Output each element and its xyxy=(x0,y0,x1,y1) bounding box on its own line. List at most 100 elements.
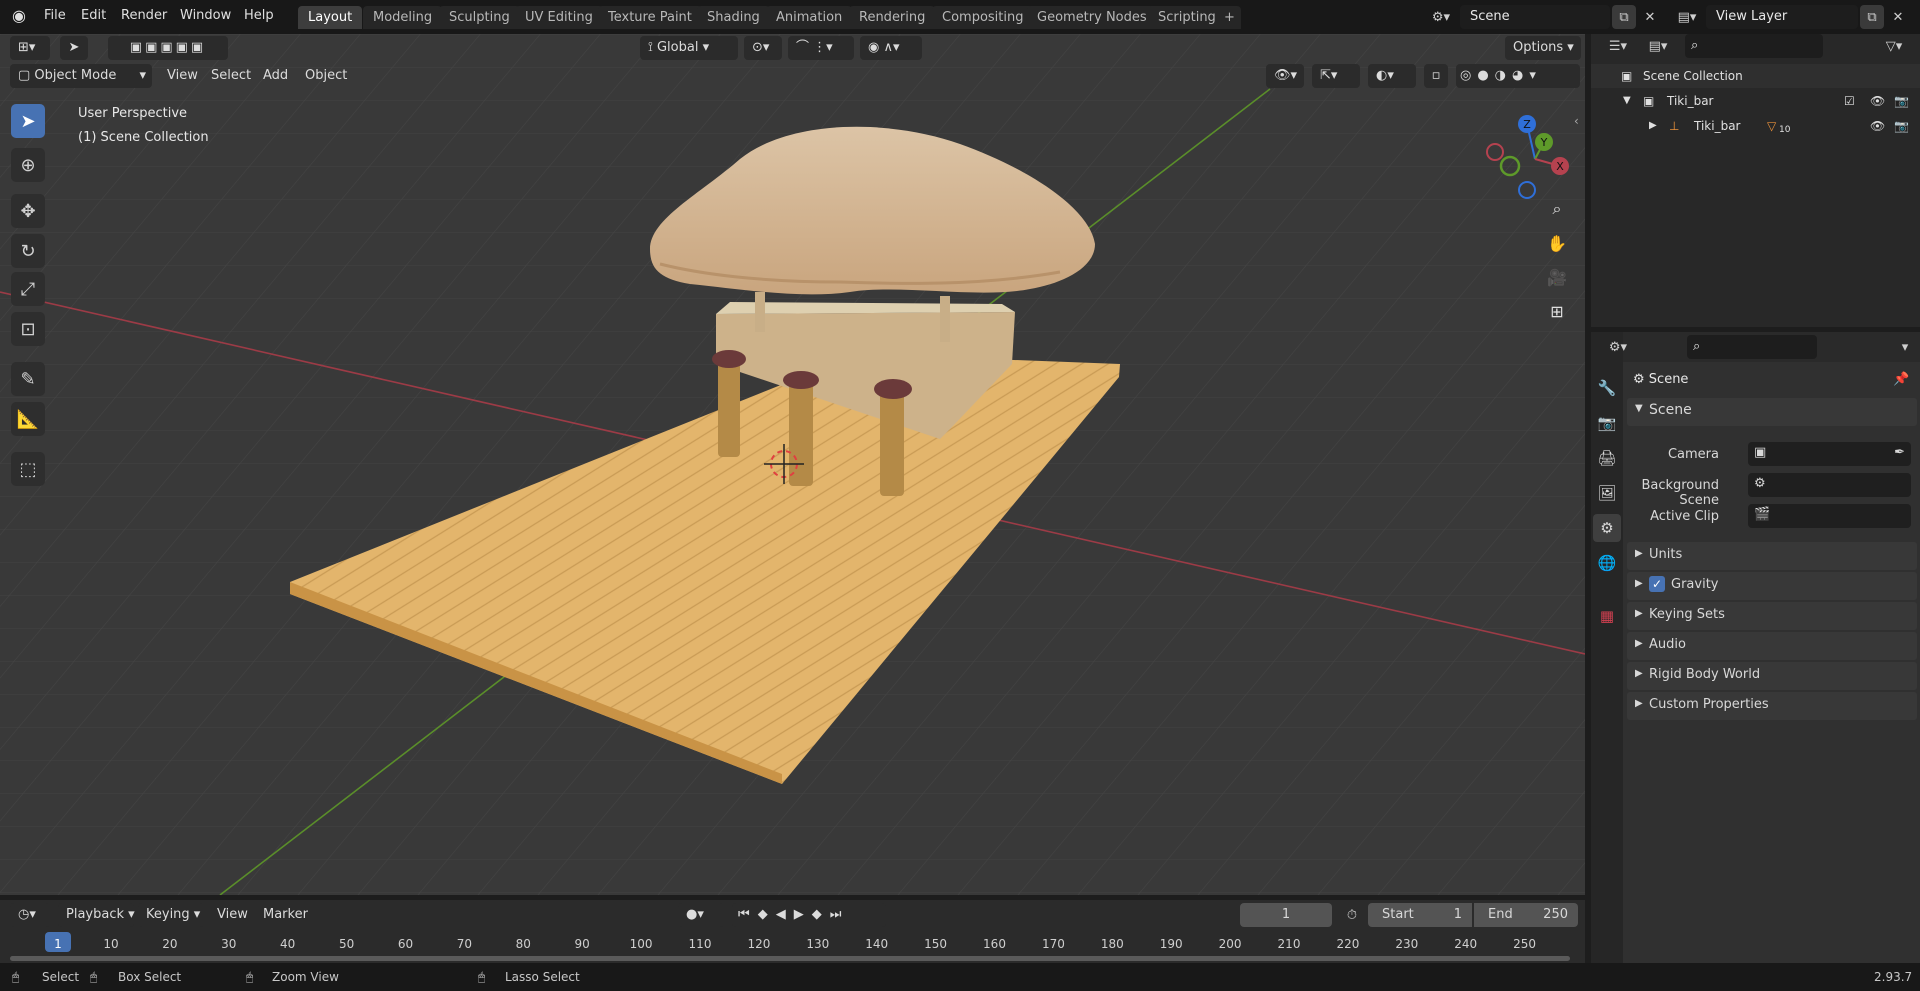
camera-icon[interactable]: 📷 xyxy=(1894,114,1909,138)
tab-sculpting[interactable]: Sculpting xyxy=(439,6,520,29)
properties-editor-icon[interactable]: ⚙▾ xyxy=(1601,335,1635,359)
proportional-edit-icon[interactable]: ◉ ∧▾ xyxy=(860,36,922,60)
tab-uv-editing[interactable]: UV Editing xyxy=(515,6,603,29)
current-frame-field[interactable]: 1 xyxy=(1240,903,1332,927)
ortho-toggle-icon[interactable]: ⊞ xyxy=(1542,296,1572,326)
outliner-row-scene-collection[interactable]: ▣ Scene Collection xyxy=(1591,64,1920,88)
outliner-editor-icon[interactable]: ☰▾ xyxy=(1601,34,1635,58)
texture-tab-icon[interactable]: ▦ xyxy=(1593,602,1621,630)
view-layer-field[interactable]: View Layer xyxy=(1706,5,1858,29)
gravity-checkbox[interactable]: ✓ xyxy=(1649,576,1665,592)
pin-icon[interactable]: 📌 xyxy=(1893,372,1909,387)
options-dropdown[interactable]: Options ▾ xyxy=(1505,36,1581,60)
next-keyframe-icon[interactable]: ◆ xyxy=(812,907,830,922)
tab-texture-paint[interactable]: Texture Paint xyxy=(598,6,702,29)
overlay-toggle-icon[interactable]: ◐▾ xyxy=(1368,64,1416,88)
camera-view-icon[interactable]: 🎥 xyxy=(1542,262,1572,292)
pivot-point-icon[interactable]: ⊙▾ xyxy=(744,36,782,60)
audio-panel-header[interactable]: ▶ Audio xyxy=(1627,632,1917,660)
filter-icon[interactable]: ▽▾ xyxy=(1879,34,1909,58)
include-checkbox[interactable]: ☑ xyxy=(1844,89,1855,113)
units-panel-header[interactable]: ▶ Units xyxy=(1627,542,1917,570)
rigid-body-world-panel-header[interactable]: ▶ Rigid Body World xyxy=(1627,662,1917,690)
add-cube-tool-icon[interactable]: ⬚ xyxy=(11,452,45,486)
auto-keying-icon[interactable]: ●▾ xyxy=(678,903,724,927)
viewport-menu-view[interactable]: View xyxy=(160,64,205,88)
cursor-tool-icon[interactable]: ⊕ xyxy=(11,148,45,182)
scene-selector-icon[interactable]: ⚙▾ xyxy=(1424,5,1458,29)
tool-tab-icon[interactable]: 🔧 xyxy=(1593,374,1621,402)
select-mode-icon[interactable]: ➤ xyxy=(60,36,88,60)
transform-tool-icon[interactable]: ⊡ xyxy=(11,312,45,346)
end-frame-field[interactable]: End 250 xyxy=(1474,903,1578,927)
gizmo-toggle-icon[interactable]: ⇱▾ xyxy=(1312,64,1360,88)
select-tool-icon[interactable]: ➤ xyxy=(11,104,45,138)
tab-layout[interactable]: Layout xyxy=(298,6,363,29)
transform-orientation-dropdown[interactable]: ⟟ Global ▾ xyxy=(640,36,738,60)
preview-range-icon[interactable]: ⏱ xyxy=(1340,903,1364,927)
properties-search-input[interactable]: ⌕ xyxy=(1687,335,1817,359)
scale-tool-icon[interactable]: ⤢ xyxy=(11,272,45,306)
menu-window[interactable]: Window xyxy=(180,0,231,34)
background-scene-field[interactable]: ⚙ xyxy=(1748,473,1911,497)
outliner-row-tiki-bar-collection[interactable]: ▼ ▣ Tiki_bar ☑ 👁 📷 xyxy=(1591,89,1920,113)
add-workspace-button[interactable]: + xyxy=(1218,6,1241,29)
new-scene-icon[interactable]: ⧉ xyxy=(1612,5,1636,29)
prev-keyframe-icon[interactable]: ◆ xyxy=(758,907,776,922)
menu-file[interactable]: File xyxy=(44,0,66,34)
shading-mode-icons[interactable]: ◎●◑◕▾ xyxy=(1456,64,1580,88)
delete-view-layer-icon[interactable]: ✕ xyxy=(1886,5,1910,29)
active-clip-field[interactable]: 🎬 xyxy=(1748,504,1911,528)
tab-geometry-nodes[interactable]: Geometry Nodes xyxy=(1027,6,1157,29)
jump-start-icon[interactable]: ⏮ xyxy=(738,907,758,922)
annotate-tool-icon[interactable]: ✎ xyxy=(11,362,45,396)
render-tab-icon[interactable]: 📷 xyxy=(1593,409,1621,437)
menu-help[interactable]: Help xyxy=(244,0,274,34)
timeline-scrollbar[interactable] xyxy=(10,956,1570,961)
delete-scene-icon[interactable]: ✕ xyxy=(1638,5,1662,29)
play-reverse-icon[interactable]: ◀ xyxy=(776,907,794,922)
tab-animation[interactable]: Animation xyxy=(766,6,853,29)
tab-scripting[interactable]: Scripting xyxy=(1148,6,1226,29)
scene-panel-header[interactable]: ▼ Scene xyxy=(1627,398,1917,426)
eyedropper-icon[interactable]: ✒ xyxy=(1894,445,1905,460)
timeline-menu-marker[interactable]: Marker xyxy=(256,903,315,927)
collapse-arrow-icon[interactable]: ▼ xyxy=(1623,89,1631,113)
eye-icon[interactable]: 👁 xyxy=(1870,114,1885,138)
gravity-panel-header[interactable]: ▶ ✓ Gravity xyxy=(1627,572,1917,600)
viewport-menu-object[interactable]: Object xyxy=(298,64,354,88)
display-mode-icon[interactable]: ▤▾ xyxy=(1641,34,1675,58)
timeline-editor-icon[interactable]: ◷▾ xyxy=(10,903,50,927)
navigation-gizmo[interactable]: Z Y X xyxy=(1480,104,1585,214)
tab-compositing[interactable]: Compositing xyxy=(932,6,1034,29)
playback-controls[interactable]: ⏮◆◀▶◆⏭ xyxy=(732,903,886,927)
timeline-menu-view[interactable]: View xyxy=(210,903,255,927)
3d-viewport[interactable]: ⊞▾ ➤ ▣▣▣▣▣ ⟟ Global ▾ ⊙▾ ⌒ ⋮▾ ◉ ∧▾ Optio… xyxy=(0,34,1585,895)
keying-sets-panel-header[interactable]: ▶ Keying Sets xyxy=(1627,602,1917,630)
new-view-layer-icon[interactable]: ⧉ xyxy=(1860,5,1884,29)
sidebar-toggle-icon[interactable]: ‹ xyxy=(1574,114,1579,128)
zoom-view-icon[interactable]: ⌕ xyxy=(1542,194,1572,224)
snap-icon[interactable]: ⌒ ⋮▾ xyxy=(788,36,854,60)
custom-properties-panel-header[interactable]: ▶ Custom Properties xyxy=(1627,692,1917,720)
playback-menu[interactable]: Playback ▾ xyxy=(58,903,135,927)
object-mode-dropdown[interactable]: ▢ Object Mode ▾ xyxy=(10,64,152,88)
tab-rendering[interactable]: Rendering xyxy=(849,6,936,29)
measure-tool-icon[interactable]: 📐 xyxy=(11,402,45,436)
blender-logo-icon[interactable]: ◉ xyxy=(12,0,26,34)
selection-mode-icons[interactable]: ▣▣▣▣▣ xyxy=(108,36,228,60)
world-tab-icon[interactable]: 🌐 xyxy=(1593,549,1621,577)
chevron-down-icon[interactable]: ▾ xyxy=(1893,335,1917,359)
outliner-search-input[interactable]: ⌕ xyxy=(1685,34,1823,58)
xray-icon[interactable]: ▫ xyxy=(1424,64,1448,88)
editor-type-button[interactable]: ⊞▾ xyxy=(10,36,50,60)
visibility-icon[interactable]: 👁▾ xyxy=(1266,64,1304,88)
rotate-tool-icon[interactable]: ↻ xyxy=(11,234,45,268)
start-frame-field[interactable]: Start 1 xyxy=(1368,903,1472,927)
viewport-menu-select[interactable]: Select xyxy=(204,64,258,88)
tab-shading[interactable]: Shading xyxy=(697,6,770,29)
keying-menu[interactable]: Keying ▾ xyxy=(138,903,204,927)
viewport-menu-add[interactable]: Add xyxy=(256,64,295,88)
move-tool-icon[interactable]: ✥ xyxy=(11,194,45,228)
pan-view-icon[interactable]: ✋ xyxy=(1542,228,1572,258)
